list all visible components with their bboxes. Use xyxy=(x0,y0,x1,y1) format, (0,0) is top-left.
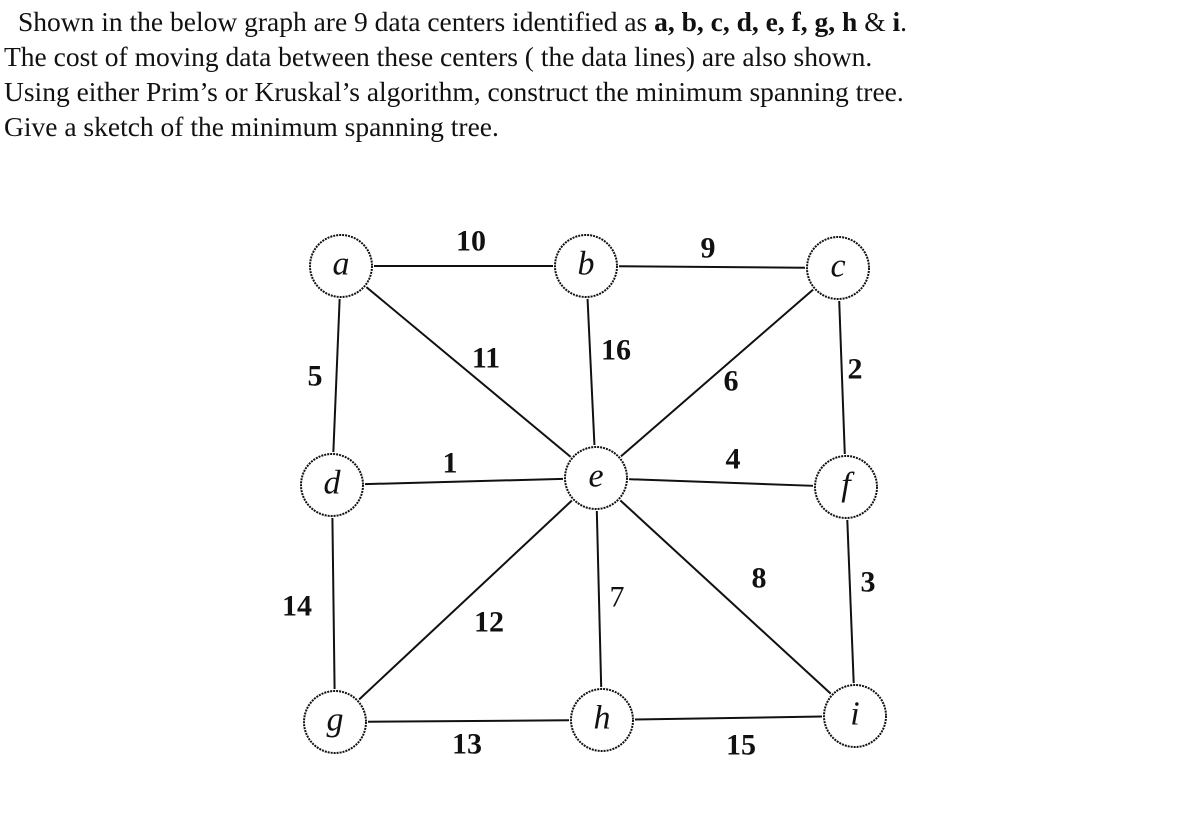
nodes-layer: a b c d e f g h i xyxy=(300,234,887,754)
node-i: i xyxy=(823,684,887,748)
edge-weight-a-b: 10 xyxy=(456,225,486,258)
graph-diagram: 10 9511 166 21 414 1278 313 15 a b cd e fg h i xyxy=(282,225,887,762)
edge-g-h xyxy=(367,719,570,723)
edge-e-h xyxy=(595,510,603,688)
edge-weight-e-f: 4 xyxy=(726,443,741,476)
node-label-a: a xyxy=(333,246,350,283)
node-b: b xyxy=(554,234,618,298)
node-a: a xyxy=(309,234,373,298)
edge-d-g xyxy=(331,517,336,690)
node-label-i: i xyxy=(850,696,859,733)
edge-e-i xyxy=(619,499,832,695)
node-label-c: c xyxy=(830,248,845,285)
node-c: c xyxy=(806,236,870,300)
edge-f-i xyxy=(846,519,855,684)
edge-weight-b-e: 16 xyxy=(601,334,631,367)
edge-c-f xyxy=(838,300,846,455)
edge-weight-a-e: 11 xyxy=(472,342,500,375)
edge-weight-a-d: 5 xyxy=(308,360,323,393)
edge-b-e xyxy=(586,298,596,446)
edge-a-e xyxy=(365,286,572,458)
edge-e-f xyxy=(628,478,814,487)
node-label-b: b xyxy=(578,246,595,283)
edge-weight-h-i: 15 xyxy=(726,729,756,762)
edge-weight-d-e: 1 xyxy=(443,447,458,480)
edge-weight-e-i: 8 xyxy=(752,562,767,595)
edge-weight-d-g: 14 xyxy=(282,590,312,623)
edge-e-g xyxy=(358,499,573,701)
node-label-g: g xyxy=(327,702,344,739)
node-label-e: e xyxy=(588,458,603,495)
edge-a-d xyxy=(332,298,341,453)
node-label-d: d xyxy=(324,465,342,502)
node-g: g xyxy=(303,690,367,754)
edge-weight-c-f: 2 xyxy=(848,353,863,386)
node-h: h xyxy=(570,688,634,752)
edge-weight-e-h: 7 xyxy=(610,581,625,614)
edge-c-e xyxy=(620,288,814,458)
edge-weight-f-i: 3 xyxy=(861,566,876,599)
edge-weight-b-c: 9 xyxy=(701,232,716,265)
edge-weight-c-e: 6 xyxy=(724,365,739,398)
node-d: d xyxy=(300,453,364,517)
edge-d-e xyxy=(364,477,564,486)
node-e: e xyxy=(564,446,628,510)
edge-b-c xyxy=(618,265,806,269)
edge-weight-e-g: 12 xyxy=(474,606,504,639)
edge-weight-g-h: 13 xyxy=(452,728,482,761)
node-label-h: h xyxy=(594,700,611,737)
edge-h-i xyxy=(634,715,823,721)
node-f: f xyxy=(814,455,878,519)
